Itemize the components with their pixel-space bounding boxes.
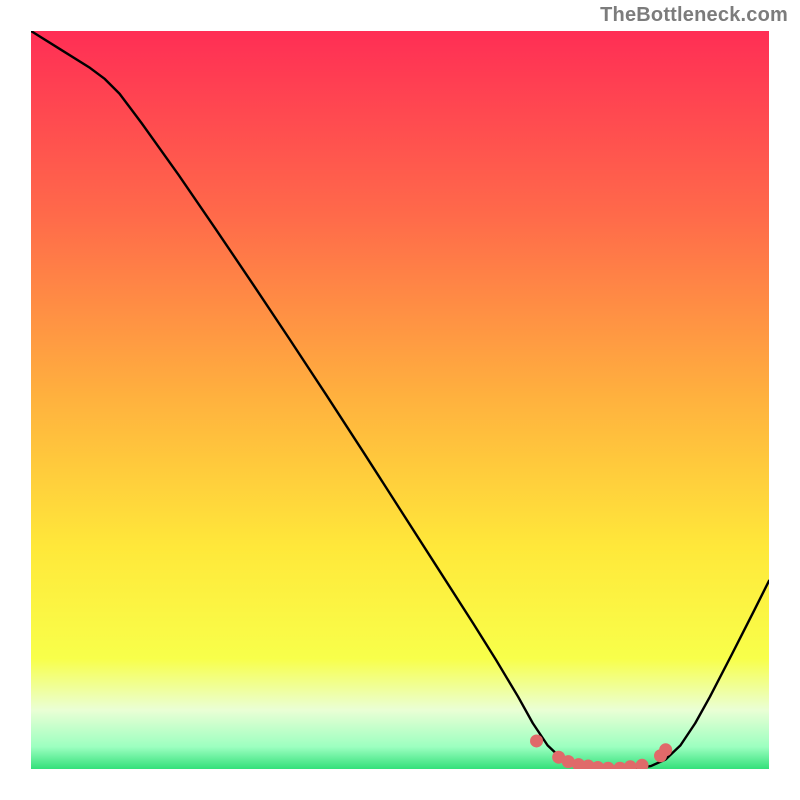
optimal-zone-marker bbox=[659, 743, 672, 756]
chart-container: TheBottleneck.com bbox=[0, 0, 800, 800]
optimal-zone-marker bbox=[530, 734, 543, 747]
chart-background-gradient bbox=[31, 31, 769, 769]
bottleneck-curve-chart bbox=[31, 31, 769, 769]
attribution-watermark: TheBottleneck.com bbox=[600, 4, 788, 27]
